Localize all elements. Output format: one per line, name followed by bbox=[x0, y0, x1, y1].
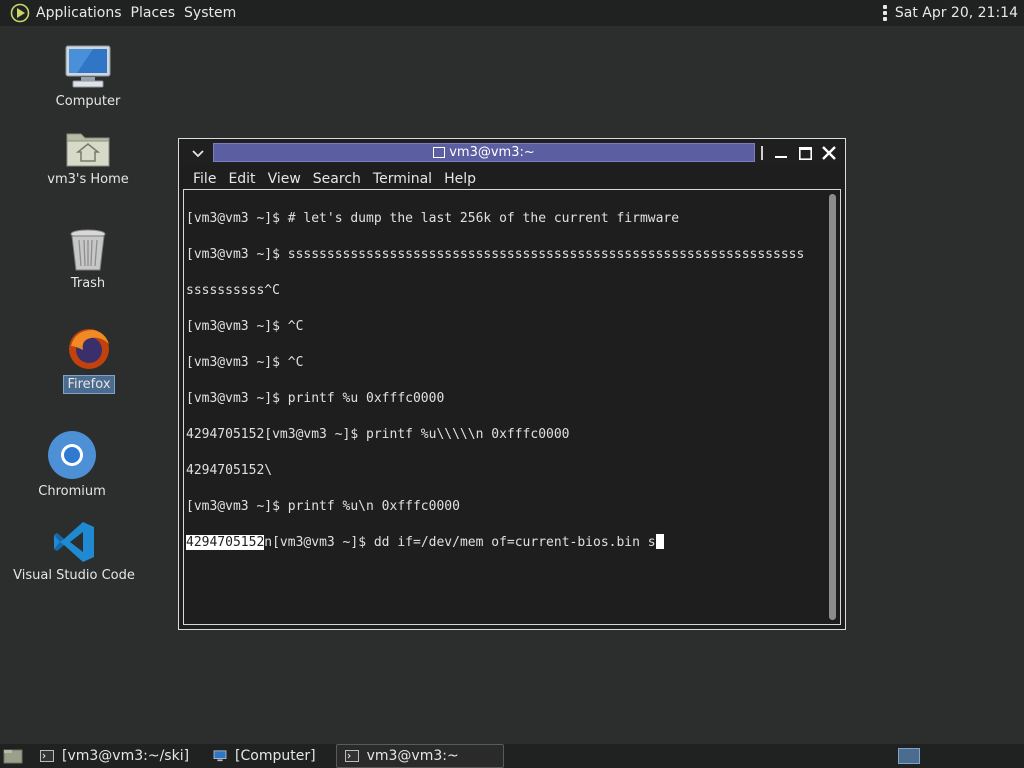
taskbar-item-computer[interactable]: [Computer] bbox=[205, 745, 324, 767]
terminal-line: [vm3@vm3 ~]$ ^C bbox=[186, 355, 304, 370]
desktop-icon-trash[interactable]: Trash bbox=[58, 228, 118, 292]
command-input[interactable]: n[vm3@vm3 ~]$ dd if=/dev/mem of=current-… bbox=[264, 535, 655, 550]
vscode-icon bbox=[54, 522, 94, 562]
terminal-line: 4294705152\ bbox=[186, 463, 273, 478]
computer-icon bbox=[65, 45, 111, 88]
scrollbar-thumb[interactable] bbox=[829, 194, 836, 620]
chevron-down-icon bbox=[192, 149, 204, 157]
workspace-switcher[interactable] bbox=[898, 748, 920, 764]
menu-terminal[interactable]: Terminal bbox=[373, 171, 432, 187]
terminal-line: [vm3@vm3 ~]$ printf %u\n 0xfffc0000 bbox=[186, 499, 460, 514]
terminal-icon bbox=[40, 750, 54, 762]
text-cursor bbox=[655, 534, 664, 549]
desktop-icon-home[interactable]: vm3's Home bbox=[46, 128, 130, 188]
selected-text[interactable]: 4294705152 bbox=[186, 535, 265, 550]
terminal-line: [vm3@vm3 ~]$ sssssssssssssssssssssssssss… bbox=[186, 247, 805, 262]
maximize-icon bbox=[798, 146, 812, 160]
terminal-output[interactable]: [vm3@vm3 ~]$ # let's dump the last 256k … bbox=[183, 189, 841, 625]
taskbar-item-terminal-ski[interactable]: [vm3@vm3:~/ski] bbox=[32, 745, 197, 767]
minimize-button[interactable] bbox=[771, 144, 791, 162]
trash-icon bbox=[70, 229, 106, 271]
terminal-line: [vm3@vm3 ~]$ ^C bbox=[186, 319, 304, 334]
title-bar[interactable]: vm3@vm3:~ bbox=[181, 141, 843, 166]
terminal-icon bbox=[344, 750, 359, 762]
computer-icon bbox=[213, 750, 227, 762]
firefox-icon bbox=[69, 329, 109, 369]
terminal-line: ssssssssss^C bbox=[186, 283, 280, 298]
close-icon bbox=[822, 146, 836, 160]
desktop-icon-label: Chromium bbox=[38, 484, 106, 499]
close-button[interactable] bbox=[819, 144, 839, 162]
vertical-scrollbar[interactable] bbox=[829, 194, 836, 620]
kebab-menu-icon[interactable] bbox=[882, 5, 887, 21]
terminal-window: vm3@vm3:~ File Edit View Search Terminal… bbox=[178, 138, 846, 630]
terminal-icon bbox=[433, 147, 446, 158]
menu-search[interactable]: Search bbox=[313, 171, 361, 187]
show-desktop-icon[interactable] bbox=[2, 747, 24, 765]
terminal-line: 4294705152[vm3@vm3 ~]$ printf %u\\\\\n 0… bbox=[186, 427, 570, 442]
minimize-icon bbox=[775, 156, 787, 158]
maximize-button[interactable] bbox=[795, 144, 815, 162]
terminal-menubar: File Edit View Search Terminal Help bbox=[185, 169, 839, 189]
menu-edit[interactable]: Edit bbox=[228, 171, 255, 187]
taskbar-item-terminal-active[interactable]: vm3@vm3:~ bbox=[335, 744, 504, 768]
window-title-bar-label[interactable]: vm3@vm3:~ bbox=[213, 143, 755, 162]
terminal-line: [vm3@vm3 ~]$ # let's dump the last 256k … bbox=[186, 211, 680, 226]
applications-logo-icon[interactable] bbox=[10, 3, 30, 23]
desktop-icon-label: Firefox bbox=[63, 375, 115, 394]
taskbar-item-label: vm3@vm3:~ bbox=[366, 748, 459, 764]
applications-menu[interactable]: Applications bbox=[36, 5, 131, 21]
desktop-icon-label: Visual Studio Code bbox=[13, 568, 135, 583]
home-folder-icon bbox=[66, 133, 110, 167]
places-menu[interactable]: Places bbox=[131, 5, 185, 21]
desktop-icon-label: Computer bbox=[55, 94, 121, 109]
taskbar-item-label: [Computer] bbox=[235, 748, 316, 764]
menu-help[interactable]: Help bbox=[444, 171, 476, 187]
clock[interactable]: Sat Apr 20, 21:14 bbox=[895, 5, 1018, 21]
system-menu[interactable]: System bbox=[184, 5, 245, 21]
top-panel: Applications Places System Sat Apr 20, 2… bbox=[0, 0, 1024, 26]
desktop-icon-vscode[interactable]: Visual Studio Code bbox=[13, 520, 135, 584]
desktop-icon-label: vm3's Home bbox=[47, 172, 129, 187]
desktop-icon-computer[interactable]: Computer bbox=[52, 44, 124, 110]
taskbar-item-label: [vm3@vm3:~/ski] bbox=[62, 748, 190, 764]
desktop-icon-firefox[interactable]: Firefox bbox=[58, 326, 120, 394]
desktop-icon-chromium[interactable]: Chromium bbox=[36, 430, 108, 500]
chromium-icon bbox=[48, 431, 96, 479]
terminal-current-line: 4294705152n[vm3@vm3 ~]$ dd if=/dev/mem o… bbox=[186, 534, 826, 552]
terminal-line: [vm3@vm3 ~]$ printf %u 0xfffc0000 bbox=[186, 391, 445, 406]
window-title: vm3@vm3:~ bbox=[449, 145, 535, 160]
menu-view[interactable]: View bbox=[268, 171, 301, 187]
window-menu-button[interactable] bbox=[185, 143, 211, 164]
bottom-taskbar: [vm3@vm3:~/ski] [Computer] vm3@vm3:~ bbox=[0, 744, 1024, 768]
menu-file[interactable]: File bbox=[193, 171, 216, 187]
desktop-icon-label: Trash bbox=[70, 276, 106, 291]
